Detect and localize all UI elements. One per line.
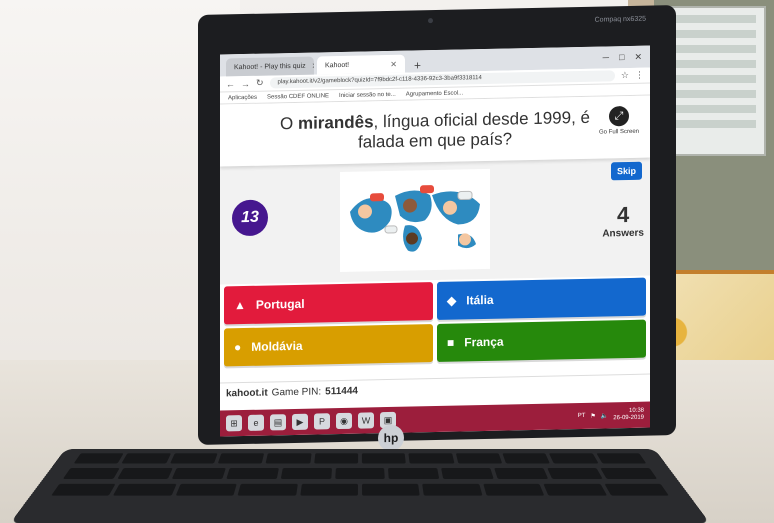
answer-button[interactable]: ▲ Portugal (224, 282, 433, 325)
word-icon[interactable]: W (358, 412, 374, 429)
answer-label: Itália (466, 292, 494, 308)
bookmark-item[interactable]: Agrupamento Escol... (406, 90, 463, 97)
question-bar: O mirandês, língua oficial desde 1999, é… (220, 95, 650, 167)
minimize-icon[interactable]: ─ (603, 52, 609, 63)
answers-count: 4 (617, 201, 630, 228)
answer-button[interactable]: ■ França (437, 319, 646, 362)
reload-icon[interactable]: ↻ (256, 78, 264, 89)
laptop-screen: Kahoot! - Play this quiz ✕ Kahoot! ✕ + ─… (220, 45, 650, 437)
question-stage: 13 Skip 4 Answers (220, 157, 650, 285)
back-icon[interactable]: ← (226, 79, 235, 89)
volume-icon[interactable]: 🔈 (601, 412, 608, 419)
flag-icon[interactable]: ⚑ (590, 412, 595, 419)
browser-tab[interactable]: Kahoot! - Play this quiz ✕ (226, 56, 314, 77)
game-pin-value: 511444 (325, 385, 358, 398)
bookmark-item[interactable]: Aplicações (228, 94, 257, 101)
chrome-icon[interactable]: ◉ (336, 412, 352, 430)
laptop-keyboard (9, 449, 711, 523)
answer-label: França (464, 334, 504, 350)
countdown-timer: 13 (232, 199, 268, 237)
game-pin-bar: kahoot.it Game PIN: 511444 (220, 373, 650, 405)
triangle-icon: ▲ (234, 298, 246, 313)
language-indicator[interactable]: PT (578, 413, 586, 419)
circle-icon: ● (234, 340, 242, 355)
question-text: O mirandês, língua oficial desde 1999, é… (280, 108, 590, 152)
laptop-lid: Compaq nx6325 Kahoot! - Play this quiz ✕… (198, 4, 676, 446)
bookmark-item[interactable]: Iniciar sessão no te... (339, 91, 396, 98)
browser-tab-active[interactable]: Kahoot! ✕ (317, 54, 405, 75)
kahoot-url: kahoot.it (226, 387, 268, 400)
clock[interactable]: 10:38 26-09-2019 (613, 408, 644, 422)
fullscreen-button[interactable]: ⤢ Go Full Screen (596, 105, 642, 136)
clock-date: 26-09-2019 (613, 414, 644, 422)
kahoot-page: O mirandês, língua oficial desde 1999, é… (220, 95, 650, 405)
close-icon[interactable]: ✕ (390, 59, 397, 68)
windows-taskbar: ⊞ e ▤ ▶ P ◉ W ▣ PT ⚑ 🔈 10:38 26-09-2019 (220, 401, 650, 437)
folder-icon[interactable]: ▤ (270, 414, 286, 431)
answer-label: Moldávia (251, 338, 303, 354)
media-icon[interactable]: ▶ (292, 413, 308, 431)
close-window-icon[interactable]: ✕ (634, 51, 642, 62)
powerpoint-icon[interactable]: P (314, 413, 330, 430)
world-map-illustration (340, 168, 490, 273)
forward-icon[interactable]: → (241, 78, 250, 88)
close-icon[interactable]: ✕ (312, 61, 314, 70)
maximize-icon[interactable]: □ (619, 52, 624, 63)
square-icon: ■ (447, 335, 455, 350)
diamond-icon: ◆ (447, 293, 457, 308)
star-icon[interactable]: ☆ (621, 70, 629, 81)
tab-label: Kahoot! - Play this quiz (234, 62, 306, 71)
answer-label: Portugal (255, 296, 305, 312)
answer-button[interactable]: ◆ Itália (437, 277, 646, 320)
tab-label: Kahoot! (325, 61, 350, 69)
answer-grid: ▲ Portugal ◆ Itália ● Moldávia ■ França (220, 276, 650, 367)
fullscreen-icon: ⤢ (609, 105, 629, 127)
laptop-model-label: Compaq nx6325 (594, 15, 646, 24)
answers-label: Answers (602, 227, 644, 240)
skip-button[interactable]: Skip (610, 161, 642, 181)
game-pin-label: Game PIN: (271, 386, 322, 399)
start-icon[interactable]: ⊞ (226, 415, 242, 432)
webcam-icon (428, 18, 433, 24)
answer-button[interactable]: ● Moldávia (224, 324, 433, 367)
ie-icon[interactable]: e (248, 414, 264, 431)
bookmark-item[interactable]: Sessão CDEF ONLINE (267, 93, 329, 100)
fullscreen-label: Go Full Screen (598, 128, 640, 136)
system-tray: PT ⚑ 🔈 10:38 26-09-2019 (578, 408, 650, 423)
answers-counter: 4 Answers (602, 202, 644, 240)
plus-icon[interactable]: + (408, 58, 427, 72)
menu-icon[interactable]: ⋮ (635, 70, 644, 81)
window-controls: ─ □ ✕ (603, 51, 650, 63)
